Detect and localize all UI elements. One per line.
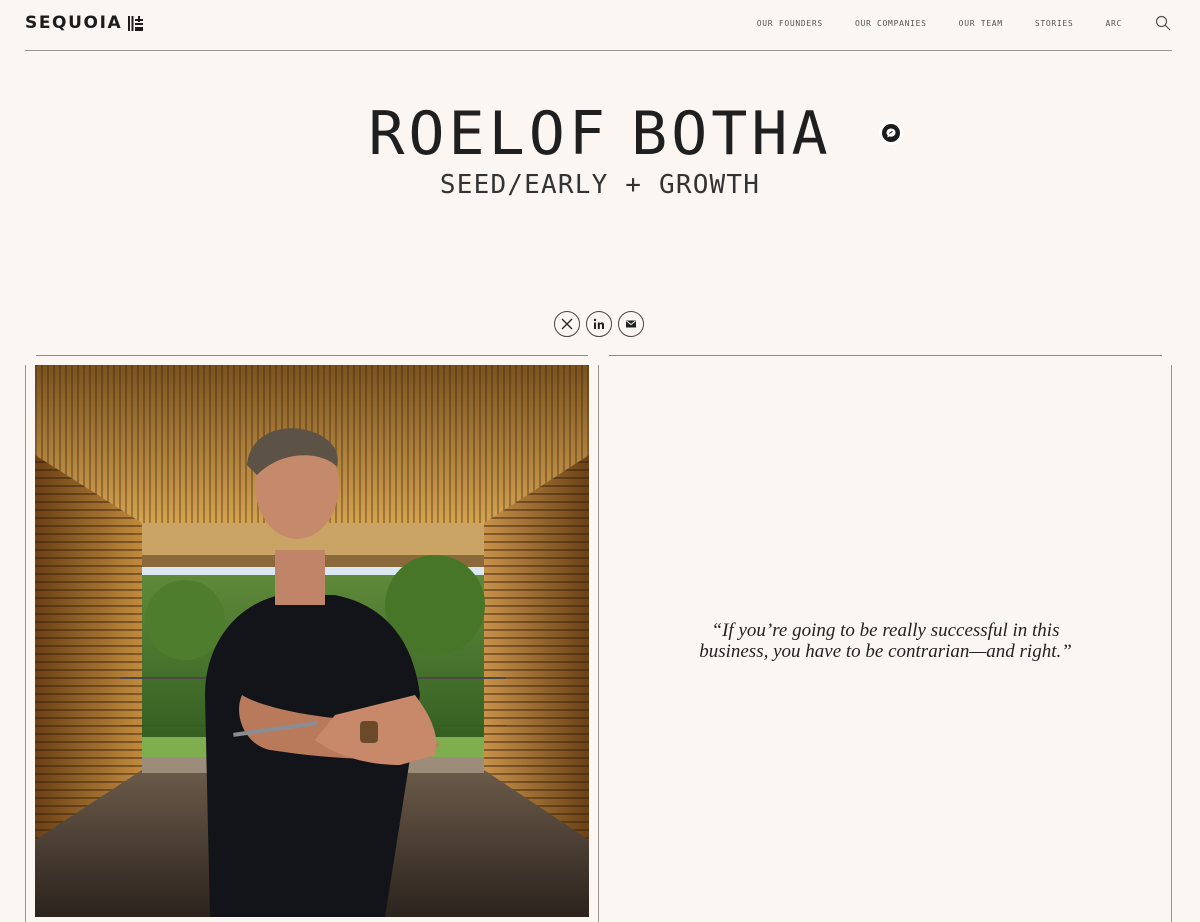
social-links bbox=[554, 311, 644, 337]
mail-icon bbox=[626, 320, 636, 328]
chat-widget-button[interactable] bbox=[882, 124, 900, 142]
last-name: BOTHA bbox=[631, 99, 832, 169]
profile-subtitle: SEED/EARLY + GROWTH bbox=[439, 170, 761, 200]
linkedin-icon bbox=[593, 318, 604, 329]
first-name: ROELOF bbox=[368, 99, 610, 169]
logo-text: SEQUOIA bbox=[25, 13, 123, 33]
email-link[interactable] bbox=[618, 311, 644, 337]
sequoia-logo[interactable]: SEQUOIA bbox=[25, 13, 144, 33]
portrait-image bbox=[35, 365, 589, 917]
nav-stories[interactable]: STORIES bbox=[1035, 19, 1074, 28]
nav-our-founders[interactable]: OUR FOUNDERS bbox=[757, 19, 823, 28]
search-button[interactable] bbox=[1154, 14, 1172, 32]
profile-photo bbox=[35, 365, 589, 917]
nav-our-companies[interactable]: OUR COMPANIES bbox=[855, 19, 927, 28]
nav-our-team[interactable]: OUR TEAM bbox=[959, 19, 1003, 28]
border-left bbox=[25, 365, 26, 922]
nav-arc[interactable]: ARC bbox=[1105, 19, 1122, 28]
x-link[interactable] bbox=[554, 311, 580, 337]
border-middle bbox=[598, 365, 599, 922]
linkedin-link[interactable] bbox=[586, 311, 612, 337]
chat-icon bbox=[886, 128, 896, 138]
x-icon bbox=[561, 318, 573, 330]
profile-name: ROELOF BOTHA bbox=[0, 102, 1200, 166]
border-right bbox=[1171, 365, 1172, 922]
search-icon bbox=[1155, 15, 1171, 31]
main-nav: OUR FOUNDERS OUR COMPANIES OUR TEAM STOR… bbox=[757, 14, 1172, 32]
logo-mark-icon bbox=[128, 15, 144, 31]
divider-left bbox=[36, 355, 588, 356]
site-header: SEQUOIA OUR FOUNDERS OUR COMPANIES OUR T… bbox=[25, 0, 1172, 51]
profile-quote: “If you’re going to be really successful… bbox=[699, 620, 1072, 662]
divider-right bbox=[609, 355, 1162, 356]
